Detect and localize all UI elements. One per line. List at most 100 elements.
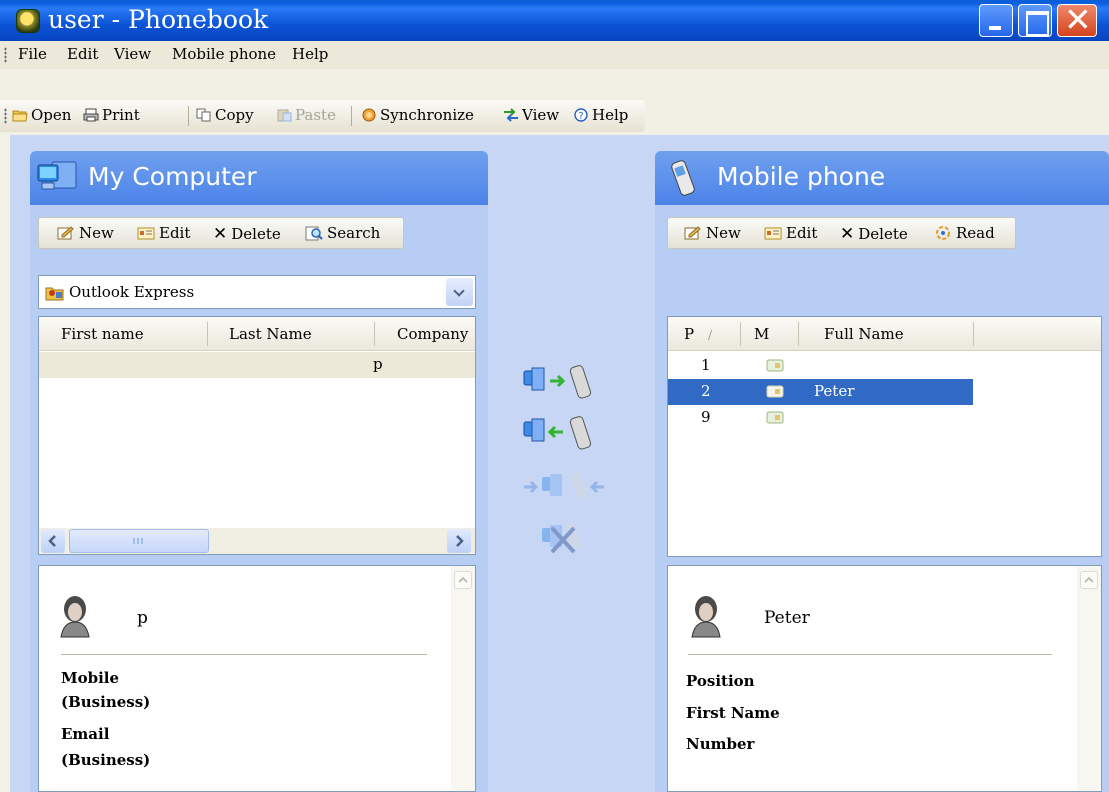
- contact-name: Peter: [764, 608, 810, 628]
- column-divider[interactable]: [374, 322, 375, 346]
- column-full-name[interactable]: Full Name: [824, 325, 904, 343]
- print-button[interactable]: Print: [83, 106, 140, 124]
- synchronize-label: Synchronize: [380, 106, 474, 124]
- maximize-button[interactable]: [1018, 4, 1052, 37]
- mobile-phone-icon: [671, 160, 695, 196]
- scroll-left-button[interactable]: [41, 529, 65, 553]
- table-row[interactable]: p: [39, 352, 475, 378]
- window-title: user - Phonebook: [48, 5, 269, 34]
- menu-file[interactable]: File: [18, 45, 47, 63]
- source-selector[interactable]: Outlook Express: [38, 275, 476, 309]
- minimize-button[interactable]: [979, 4, 1013, 37]
- column-memory[interactable]: M: [754, 325, 769, 343]
- sim-card-icon: [766, 411, 784, 424]
- panel-title: Mobile phone: [717, 162, 886, 191]
- vertical-scrollbar[interactable]: [1077, 566, 1101, 791]
- menu-edit[interactable]: Edit: [67, 45, 98, 63]
- phonebook-window: user - Phonebook ✕ File Edit View Mobile…: [0, 0, 1109, 792]
- table-row[interactable]: 2 Peter: [668, 379, 973, 405]
- read-label: Read: [956, 224, 995, 242]
- close-icon: ✕: [1064, 0, 1092, 39]
- contact-avatar-icon: [60, 596, 90, 638]
- copy-to-computer-button[interactable]: [520, 414, 610, 456]
- scroll-up-button[interactable]: [454, 571, 472, 589]
- edit-label: Edit: [159, 224, 191, 242]
- phone-contact-detail: Peter Position First Name Number: [667, 565, 1102, 792]
- chevron-down-icon[interactable]: [446, 278, 473, 306]
- delete-contact-button[interactable]: ✕ Delete: [213, 224, 281, 244]
- new-phone-contact-button[interactable]: New: [684, 224, 741, 242]
- sync-transfer-button[interactable]: [520, 469, 610, 511]
- menu-grip[interactable]: [4, 47, 7, 63]
- computer-contacts-list[interactable]: First name Last Name Company p: [38, 316, 476, 555]
- scroll-up-button[interactable]: [1080, 571, 1098, 589]
- synchronize-button[interactable]: Synchronize: [361, 106, 474, 124]
- title-bar[interactable]: user - Phonebook ✕: [0, 0, 1109, 41]
- open-button[interactable]: Open: [12, 106, 71, 124]
- phone-contacts-list[interactable]: P / M Full Name 1 2 Peter 9: [667, 316, 1102, 557]
- field-label: Number: [686, 735, 755, 753]
- help-icon: ?: [574, 108, 588, 122]
- menu-help[interactable]: Help: [292, 45, 328, 63]
- open-label: Open: [31, 106, 72, 124]
- column-company[interactable]: Company: [397, 325, 468, 343]
- table-row[interactable]: 9: [668, 405, 1101, 431]
- toolbar-separator: [351, 106, 352, 126]
- new-icon: [57, 226, 74, 240]
- paste-button[interactable]: Paste: [276, 106, 336, 124]
- column-first-name[interactable]: First name: [61, 325, 144, 343]
- field-label: (Business): [61, 751, 151, 769]
- column-last-name[interactable]: Last Name: [229, 325, 312, 343]
- view-label: View: [522, 106, 560, 124]
- horizontal-scrollbar[interactable]: [39, 528, 475, 554]
- my-computer-header: My Computer: [30, 151, 488, 205]
- synchronize-icon: [362, 108, 376, 122]
- menu-mobile-phone[interactable]: Mobile phone: [172, 45, 276, 63]
- disconnect-button[interactable]: [520, 520, 610, 562]
- app-icon[interactable]: [16, 9, 40, 33]
- main-toolbar: Open Print Copy Paste Synchronize View ?…: [0, 100, 645, 132]
- new-label: New: [706, 224, 741, 242]
- new-contact-button[interactable]: New: [57, 224, 114, 242]
- read-phone-button[interactable]: Read: [934, 224, 995, 242]
- search-button[interactable]: Search: [305, 224, 380, 242]
- list-header: First name Last Name Company: [39, 317, 475, 351]
- close-button[interactable]: ✕: [1057, 0, 1097, 39]
- table-row[interactable]: 1: [668, 353, 1101, 379]
- vertical-scrollbar[interactable]: [451, 566, 475, 791]
- copy-button[interactable]: Copy: [196, 106, 254, 124]
- copy-to-phone-button[interactable]: [520, 363, 610, 405]
- chevron-up-icon: [1084, 576, 1094, 583]
- column-divider[interactable]: [740, 322, 741, 346]
- toolbar-grip[interactable]: [4, 108, 7, 124]
- delete-label: Delete: [858, 225, 908, 243]
- full-name-cell: Peter: [814, 382, 855, 400]
- chevron-right-icon: [456, 535, 464, 547]
- help-label: Help: [592, 106, 629, 124]
- copy-label: Copy: [215, 106, 254, 124]
- delete-label: Delete: [231, 225, 281, 243]
- menu-view[interactable]: View: [114, 45, 151, 63]
- field-label: Mobile: [61, 669, 120, 687]
- view-button[interactable]: View: [503, 106, 559, 124]
- scroll-thumb[interactable]: [69, 529, 209, 553]
- contact-avatar-icon: [691, 596, 721, 638]
- paste-label: Paste: [295, 106, 336, 124]
- field-label: Email: [61, 725, 110, 743]
- column-divider[interactable]: [973, 322, 974, 346]
- copy-icon: [196, 108, 211, 122]
- menu-bar: File Edit View Mobile phone Help: [0, 41, 1109, 69]
- delete-phone-contact-button[interactable]: ✕ Delete: [840, 224, 908, 244]
- search-label: Search: [327, 224, 381, 242]
- position-cell: 1: [701, 356, 711, 374]
- column-divider[interactable]: [207, 322, 208, 346]
- panel-title: My Computer: [88, 162, 257, 191]
- scroll-right-button[interactable]: [447, 529, 471, 553]
- column-divider[interactable]: [798, 322, 799, 346]
- column-position[interactable]: P: [684, 325, 694, 343]
- edit-phone-contact-button[interactable]: Edit: [764, 224, 817, 242]
- company-cell: p: [373, 355, 383, 373]
- help-button[interactable]: ? Help: [573, 106, 628, 124]
- edit-contact-button[interactable]: Edit: [137, 224, 190, 242]
- computer-icon: [37, 161, 77, 190]
